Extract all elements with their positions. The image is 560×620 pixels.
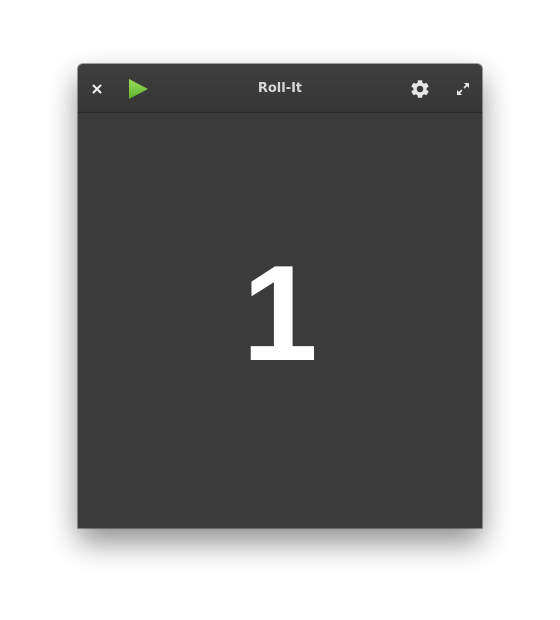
title-bar: Roll-It xyxy=(78,64,482,113)
roll-button[interactable] xyxy=(124,76,152,102)
result-area: 1 xyxy=(78,113,482,528)
roll-result: 1 xyxy=(242,236,318,389)
close-icon xyxy=(92,84,102,94)
maximize-button[interactable] xyxy=(452,78,474,100)
gear-icon xyxy=(411,80,429,98)
app-window: Roll-It 1 xyxy=(78,64,482,528)
close-button[interactable] xyxy=(86,78,108,100)
play-icon xyxy=(129,79,148,99)
settings-button[interactable] xyxy=(406,76,434,102)
maximize-icon xyxy=(457,83,469,95)
